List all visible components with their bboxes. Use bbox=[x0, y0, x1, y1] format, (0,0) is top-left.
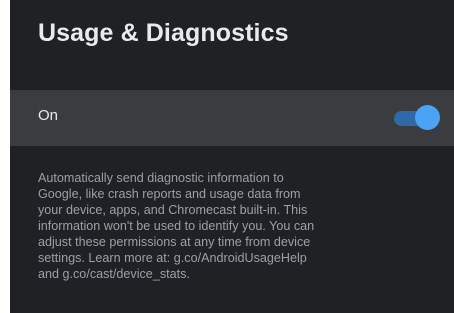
header: Usage & Diagnostics bbox=[10, 0, 454, 90]
description-line: settings. Learn more at: g.co/AndroidUsa… bbox=[38, 251, 307, 265]
switch-thumb bbox=[415, 105, 440, 130]
usage-diagnostics-toggle-row[interactable]: On bbox=[10, 90, 454, 146]
settings-screen: Usage & Diagnostics On Automatically sen… bbox=[10, 0, 454, 313]
toggle-switch[interactable] bbox=[390, 104, 440, 132]
description-line: information won't be used to identify yo… bbox=[38, 219, 315, 233]
description-line: Google, like crash reports and usage dat… bbox=[38, 187, 301, 201]
page-title: Usage & Diagnostics bbox=[38, 19, 289, 47]
description-line: adjust these permissions at any time fro… bbox=[38, 235, 311, 249]
toggle-label: On bbox=[38, 107, 59, 124]
description-line: Automatically send diagnostic informatio… bbox=[38, 171, 284, 185]
description-line: and g.co/cast/device_stats. bbox=[38, 267, 190, 281]
description-text: Automatically send diagnostic informatio… bbox=[38, 170, 438, 282]
description-line: your device, apps, and Chromecast built-… bbox=[38, 203, 308, 217]
